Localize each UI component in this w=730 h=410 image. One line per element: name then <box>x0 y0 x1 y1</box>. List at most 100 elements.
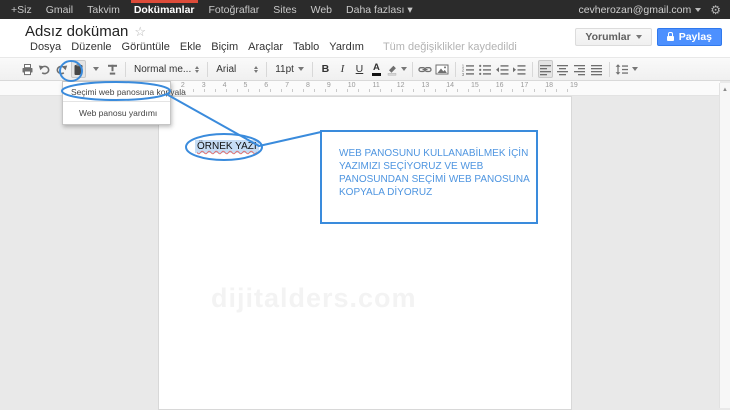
undo-icon <box>38 63 51 76</box>
align-left-icon <box>539 63 552 76</box>
ruler-number: 5 <box>243 82 247 89</box>
vertical-scrollbar[interactable]: ▲ <box>719 83 730 408</box>
star-icon[interactable]: ☆ <box>134 24 146 40</box>
document-title-row: Adsız doküman ☆ <box>25 23 146 40</box>
topbar-link[interactable]: Gmail <box>39 0 80 19</box>
underline-button[interactable]: U <box>352 60 367 78</box>
page-title[interactable]: Adsız doküman <box>25 23 128 40</box>
topbar-link[interactable]: Takvim <box>80 0 127 19</box>
save-status: Tüm değişiklikler kaydedildi <box>383 41 517 53</box>
topbar-link[interactable]: Web <box>304 0 339 19</box>
menu-item-web-clipboard-help[interactable]: Web panosu yardımı <box>63 103 170 123</box>
undo-button[interactable] <box>37 60 52 78</box>
updown-icon <box>195 66 199 73</box>
menu-item[interactable]: Araçlar <box>243 41 288 53</box>
ruler-number: 11 <box>372 82 379 89</box>
share-button[interactable]: Paylaş <box>657 28 722 46</box>
menu-item-copy-to-web-clipboard[interactable]: Seçimi web panosuna kopyala <box>63 83 170 100</box>
scroll-up-icon[interactable]: ▲ <box>720 83 730 93</box>
toolbar-separator <box>609 62 610 77</box>
chevron-down-icon <box>632 67 638 71</box>
align-right-button[interactable] <box>572 60 587 78</box>
insert-link-button[interactable] <box>418 60 433 78</box>
web-clipboard-dropdown[interactable] <box>88 60 103 78</box>
ruler-number: 12 <box>397 82 405 89</box>
topbar-link[interactable]: Daha fazlası ▾ <box>339 0 420 19</box>
selected-document-text[interactable]: ÖRNEK YAZI <box>195 140 259 153</box>
web-clipboard-button[interactable] <box>71 60 86 78</box>
topbar-link[interactable]: +Siz <box>4 0 39 19</box>
menu-item[interactable]: Ekle <box>175 41 206 53</box>
redo-icon <box>55 63 68 76</box>
style-select[interactable]: Normal me... <box>130 64 203 75</box>
menu-item[interactable]: Yardım <box>324 41 369 53</box>
menu-item-label: Web panosu yardımı <box>79 108 157 118</box>
line-spacing-button[interactable] <box>615 60 638 78</box>
menu-item-label: Seçimi web panosuna kopyala <box>71 87 186 97</box>
menu-bar: DosyaDüzenleGörüntüleEkleBiçimAraçlarTab… <box>25 41 517 53</box>
align-left-button[interactable] <box>538 60 553 78</box>
outdent-icon <box>495 63 509 76</box>
menu-item[interactable]: Düzenle <box>66 41 116 53</box>
document-header: Adsız doküman ☆ DosyaDüzenleGörüntüleEkl… <box>0 19 730 57</box>
font-size-select[interactable]: 11pt <box>271 64 308 75</box>
menu-item[interactable]: Dosya <box>25 41 66 53</box>
updown-icon <box>254 66 258 73</box>
ruler-number: 17 <box>520 82 528 89</box>
topbar-link[interactable]: Dokümanlar <box>127 0 202 19</box>
ruler-number: 3 <box>202 82 206 89</box>
bold-button[interactable]: B <box>318 60 333 78</box>
redo-button[interactable] <box>54 60 69 78</box>
menu-item[interactable]: Biçim <box>206 41 243 53</box>
document-page[interactable]: dijitalders.com ÖRNEK YAZI WEB PANOSUNU … <box>158 96 572 410</box>
font-select[interactable]: Arial <box>212 64 262 75</box>
ruler-number: 18 <box>545 82 553 89</box>
ruler-numbers: 12345678910111213141516171819 <box>160 82 578 89</box>
paint-format-button[interactable] <box>105 60 120 78</box>
gear-icon[interactable]: ⚙ <box>710 4 721 16</box>
style-select-value: Normal me... <box>134 64 191 75</box>
toolbar-separator <box>312 62 313 77</box>
numbered-list-button[interactable]: 1 2 3 <box>461 60 476 78</box>
web-clipboard-menu: Seçimi web panosuna kopyala Web panosu y… <box>62 81 171 125</box>
callout-line: WEB PANOSUNU KULLANABİLMEK İÇİN <box>339 147 536 160</box>
bulleted-list-icon <box>478 63 492 76</box>
format-toolbar: Normal me... Arial 11pt B I U A <box>0 57 730 81</box>
comments-button[interactable]: Yorumlar <box>575 28 651 46</box>
chevron-down-icon <box>636 35 642 39</box>
callout-line: KOPYALA DİYORUZ <box>339 186 536 199</box>
clipboard-icon <box>72 63 85 76</box>
share-button-label: Paylaş <box>679 31 712 43</box>
highlight-color-button[interactable] <box>386 60 407 78</box>
lock-icon <box>667 36 674 41</box>
ruler-ticks <box>160 89 578 92</box>
account-menu[interactable]: cevherozan@gmail.com <box>578 4 701 16</box>
align-center-icon <box>556 63 569 76</box>
italic-button[interactable]: I <box>335 60 350 78</box>
topbar-link[interactable]: Fotoğraflar <box>202 0 267 19</box>
menu-item[interactable]: Tablo <box>288 41 324 53</box>
increase-indent-button[interactable] <box>512 60 527 78</box>
font-size-value: 11pt <box>275 64 294 75</box>
decrease-indent-button[interactable] <box>495 60 510 78</box>
topbar-links: +SizGmailTakvimDokümanlarFotoğraflarSite… <box>0 0 420 19</box>
svg-text:3: 3 <box>462 71 465 75</box>
line-spacing-icon <box>615 63 629 76</box>
chevron-down-icon <box>298 67 304 71</box>
align-center-button[interactable] <box>555 60 570 78</box>
font-select-value: Arial <box>216 64 236 75</box>
annotation-callout-box: WEB PANOSUNU KULLANABİLMEK İÇİNYAZIMIZI … <box>320 130 538 224</box>
ruler-number: 7 <box>285 82 289 89</box>
menu-item[interactable]: Görüntüle <box>117 41 175 53</box>
print-button[interactable] <box>20 60 35 78</box>
ruler-number: 14 <box>446 82 454 89</box>
paint-format-icon <box>106 63 119 76</box>
topbar-link[interactable]: Sites <box>266 0 303 19</box>
toolbar-separator <box>412 62 413 77</box>
insert-image-button[interactable] <box>435 60 450 78</box>
bulleted-list-button[interactable] <box>478 60 493 78</box>
watermark: dijitalders.com <box>211 283 417 314</box>
align-right-icon <box>573 63 586 76</box>
text-color-button[interactable]: A <box>369 60 384 78</box>
justify-button[interactable] <box>589 60 604 78</box>
